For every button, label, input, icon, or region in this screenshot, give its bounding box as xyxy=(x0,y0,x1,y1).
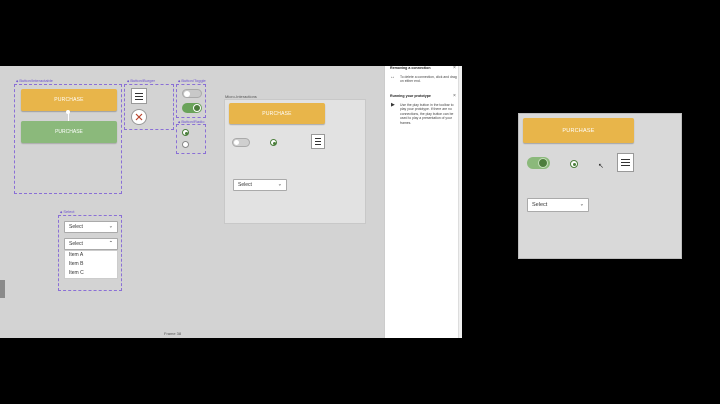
select-value: Select xyxy=(69,241,83,247)
toggle-knob xyxy=(184,91,190,97)
play-icon: ▶ xyxy=(391,102,395,108)
prototype-preview[interactable]: PURCHASE ↖ Select ⌄ xyxy=(518,113,682,259)
radio-unselected[interactable] xyxy=(182,141,189,148)
select-closed[interactable]: Select ⌄ xyxy=(64,221,118,233)
purchase-button-secondary[interactable]: PURCHASE xyxy=(21,121,117,143)
help-section-text: To delete a connection, click and drag o… xyxy=(400,75,457,84)
close-icon[interactable]: × xyxy=(453,93,456,99)
select-option[interactable]: Item B xyxy=(65,260,117,269)
toggle-on[interactable] xyxy=(182,103,202,113)
chevron-down-icon: ⌄ xyxy=(579,201,584,208)
select-value: Select xyxy=(69,224,83,230)
select-open[interactable]: Select ⌃ xyxy=(64,238,118,250)
connection-icon: ↔ xyxy=(390,74,395,80)
toggle-off[interactable] xyxy=(232,138,250,147)
design-canvas[interactable]: Button/Interactable PURCHASE PURCHASE Bu… xyxy=(0,66,384,338)
burger-menu-icon[interactable] xyxy=(311,134,325,149)
radio-selected[interactable] xyxy=(182,129,189,136)
toggle-off[interactable] xyxy=(182,89,202,98)
select-dropdown[interactable]: Select ⌄ xyxy=(527,198,589,212)
frame-button-toggle[interactable] xyxy=(176,84,206,118)
select-value: Select xyxy=(238,182,252,188)
chevron-down-icon: ⌄ xyxy=(108,223,113,230)
help-section-title: Removing a connection xyxy=(390,66,431,70)
select-options-list: Item A Item B Item C xyxy=(64,250,118,279)
frame-micro-interactions[interactable]: PURCHASE Select ⌄ xyxy=(224,99,366,224)
frame-button-interactable[interactable]: PURCHASE PURCHASE xyxy=(14,84,122,194)
burger-menu-icon[interactable] xyxy=(131,88,147,104)
burger-menu-icon[interactable] xyxy=(617,153,634,172)
frame-label-button-toggle[interactable]: Button/Toggle xyxy=(178,78,205,83)
purchase-button[interactable]: PURCHASE xyxy=(523,118,634,143)
frame-label-button-burger[interactable]: Button/Burger xyxy=(127,78,155,83)
chevron-down-icon: ⌄ xyxy=(277,181,282,188)
help-scrollbar[interactable] xyxy=(458,66,462,338)
canvas-scrollbar-thumb[interactable] xyxy=(0,280,5,298)
help-panel: Removing a connection × ↔ To delete a co… xyxy=(384,66,462,338)
toggle-knob xyxy=(234,140,239,145)
purchase-button-primary[interactable]: PURCHASE xyxy=(21,89,117,111)
frame-button-radio[interactable] xyxy=(176,124,206,154)
close-icon[interactable]: × xyxy=(453,66,456,71)
radio-selected[interactable] xyxy=(570,160,578,168)
help-section-title: Running your prototype xyxy=(390,94,431,98)
select-dropdown[interactable]: Select ⌄ xyxy=(233,179,287,191)
frame-button-burger[interactable] xyxy=(124,84,174,130)
canvas-frame-label[interactable]: Frame 38 xyxy=(164,331,181,336)
radio-selected[interactable] xyxy=(270,139,277,146)
screen: Button/Interactable PURCHASE PURCHASE Bu… xyxy=(0,0,720,404)
chevron-up-icon: ⌃ xyxy=(108,240,113,247)
toggle-knob xyxy=(193,104,201,112)
purchase-button[interactable]: PURCHASE xyxy=(229,103,325,124)
close-circle-icon[interactable] xyxy=(131,109,147,125)
help-section-text: Use the play button in the toolbar to pl… xyxy=(400,103,454,125)
select-value: Select xyxy=(532,202,548,208)
toggle-knob xyxy=(538,158,548,168)
toggle-on[interactable] xyxy=(527,157,550,169)
select-option[interactable]: Item C xyxy=(65,269,117,278)
frame-label-select[interactable]: Select xyxy=(60,209,74,214)
connector-handle[interactable] xyxy=(66,110,70,114)
frame-label-button-interactable[interactable]: Button/Interactable xyxy=(16,78,53,83)
frame-select[interactable]: Select ⌄ Select ⌃ Item A Item B Item C xyxy=(58,215,122,291)
cursor-icon: ↖ xyxy=(598,163,604,170)
select-option[interactable]: Item A xyxy=(65,251,117,260)
